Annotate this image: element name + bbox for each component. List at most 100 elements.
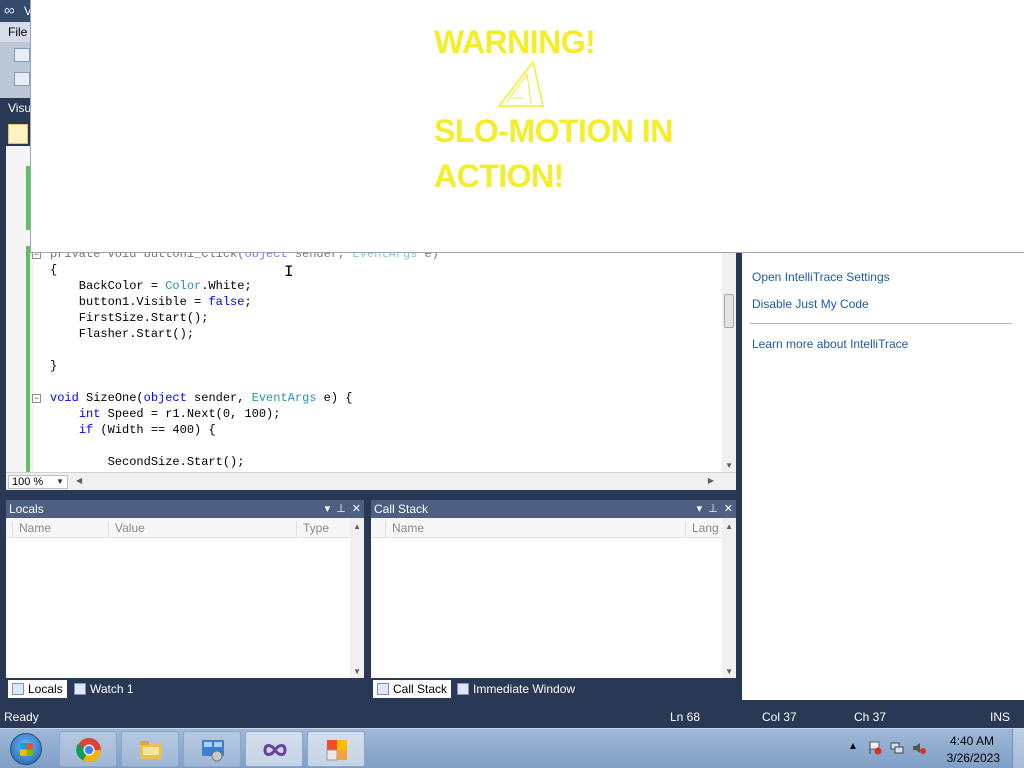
clock-time[interactable]: 4:40 AM [950,734,994,748]
windows-logo-icon [10,733,42,765]
learn-more-intellitrace-link[interactable]: Learn more about IntelliTrace [752,337,908,351]
call-stack-tab-icon [377,683,389,695]
column-name[interactable]: Name [385,521,424,537]
scroll-down-arrow-icon[interactable]: ▼ [353,667,361,676]
call-stack-scrollbar[interactable]: ▲ ▼ [722,518,736,678]
tab-call-stack[interactable]: Call Stack [373,680,452,698]
taskbar-file-explorer[interactable] [121,731,179,767]
tab-immediate-window[interactable]: Immediate Window [453,680,579,698]
visual-studio-logo-icon: ∞ [4,2,15,19]
open-intellitrace-settings-link[interactable]: Open IntelliTrace Settings [752,270,890,284]
code-line[interactable]: } [50,358,439,374]
application-icon [326,740,347,761]
locals-title: Locals [9,502,44,516]
status-line: Ln 68 [670,710,701,724]
warning-line-slo-motion: SLO-MOTION IN [434,113,673,149]
status-text: Ready [4,710,39,724]
dropdown-arrow-icon[interactable]: ▼ [56,476,64,488]
close-icon[interactable]: ✕ [724,503,733,515]
show-desktop-button[interactable] [1012,729,1024,768]
windows-taskbar: ▲ 4:40 AM 3/26/2023 [0,728,1024,768]
taskbar-control-panel[interactable] [183,731,241,767]
doc-tab-label[interactable]: Visu [8,101,31,115]
close-icon[interactable]: ✕ [352,503,361,515]
call-stack-column-header: Name Lang [371,518,736,538]
code-line[interactable]: button1.Visible = false; [50,294,439,310]
code-line[interactable]: BackColor = Color.White; [50,278,439,294]
scroll-thumb[interactable] [724,294,734,328]
warning-heading: WARNING! [434,24,596,60]
code-line[interactable]: int Speed = r1.Next(0, 100); [50,406,439,422]
folder-icon [140,741,162,759]
column-value[interactable]: Value [108,521,145,537]
code-line[interactable]: { [50,262,439,278]
network-icon[interactable] [890,741,904,755]
tab-locals[interactable]: Locals [8,680,67,698]
call-stack-window: Call Stack ▾ ⊥ ✕ Name Lang ▲ ▼ [371,500,736,678]
call-stack-tab-strip: Call Stack Immediate Window [371,678,736,700]
pin-icon[interactable]: ⊥ [336,503,346,515]
toolbox-icon[interactable] [14,72,30,86]
window-position-icon[interactable]: ▾ [697,503,703,515]
call-stack-header: Call Stack ▾ ⊥ ✕ [371,500,736,518]
menu-file[interactable]: File [8,25,27,39]
control-panel-icon [202,740,224,762]
change-indicator-bar [26,246,30,472]
zoom-select[interactable]: 100 % ▼ [8,475,68,489]
locals-tab-icon [12,683,24,695]
code-line[interactable] [50,374,439,390]
warning-form-window[interactable]: WARNING! SLO-MOTION IN ACTION! [30,0,1024,253]
intellitrace-panel: Open IntelliTrace Settings Disable Just … [742,252,1024,700]
scroll-up-arrow-icon[interactable]: ▲ [725,522,733,531]
document-icon[interactable] [8,124,28,144]
call-stack-title: Call Stack [374,502,429,516]
taskbar-visual-studio[interactable] [245,731,303,767]
locals-tab-strip: Locals Watch 1 [6,678,364,700]
action-center-flag-icon[interactable] [868,741,882,755]
warning-line-action: ACTION! [434,158,564,194]
locals-scrollbar[interactable]: ▲ ▼ [350,518,364,678]
status-column: Col 37 [762,710,797,724]
scroll-right-arrow-icon[interactable]: ▶ [708,476,714,485]
warning-triangle-icon [497,60,544,107]
collapse-outline-icon[interactable]: − [32,394,41,403]
status-bar: Ready Ln 68 Col 37 Ch 37 INS [0,706,1024,728]
clock-date[interactable]: 3/26/2023 [947,751,1000,765]
code-line[interactable]: void SizeOne(object sender, EventArgs e)… [50,390,439,406]
show-hidden-icons-icon[interactable]: ▲ [848,741,862,755]
code-line[interactable]: FirstSize.Start(); [50,310,439,326]
volume-muted-icon[interactable] [912,741,926,755]
code-line[interactable] [50,342,439,358]
window-position-icon[interactable]: ▾ [325,503,331,515]
disable-just-my-code-link[interactable]: Disable Just My Code [752,297,869,311]
start-button[interactable] [2,731,50,767]
scroll-down-arrow-icon[interactable]: ▼ [725,461,733,470]
taskbar-chrome[interactable] [59,731,117,767]
code-line[interactable] [50,438,439,454]
code-line[interactable]: SecondSize.Start(); [50,454,439,470]
tab-watch-1[interactable]: Watch 1 [70,680,138,698]
scroll-down-arrow-icon[interactable]: ▼ [725,667,733,676]
taskbar-running-app[interactable] [307,731,365,767]
code-text[interactable]: private void button1_Click(object sender… [50,246,439,470]
column-type[interactable]: Type [296,521,329,537]
locals-window: Locals ▾ ⊥ ✕ Name Value Type ▲ ▼ [6,500,364,678]
visual-studio-icon [263,744,287,756]
status-char: Ch 37 [854,710,887,724]
locals-column-header: Name Value Type [6,518,364,538]
scroll-left-arrow-icon[interactable]: ◀ [76,476,82,485]
code-line[interactable]: if (Width == 400) { [50,422,439,438]
watch-tab-icon [74,683,86,695]
column-name[interactable]: Name [12,521,51,537]
zoom-value: 100 % [12,476,44,488]
text-cursor-icon: I [284,263,294,281]
pin-icon[interactable]: ⊥ [708,503,718,515]
divider [750,323,1012,324]
scroll-up-arrow-icon[interactable]: ▲ [353,522,361,531]
editor-horizontal-bar: 100 % ▼ ◀ ▶ [6,472,736,490]
new-file-icon[interactable] [14,48,30,62]
code-line[interactable]: Flasher.Start(); [50,326,439,342]
system-tray: ▲ 4:40 AM 3/26/2023 [844,729,1024,768]
status-insert-mode: INS [990,710,1011,724]
column-lang[interactable]: Lang [685,521,719,537]
